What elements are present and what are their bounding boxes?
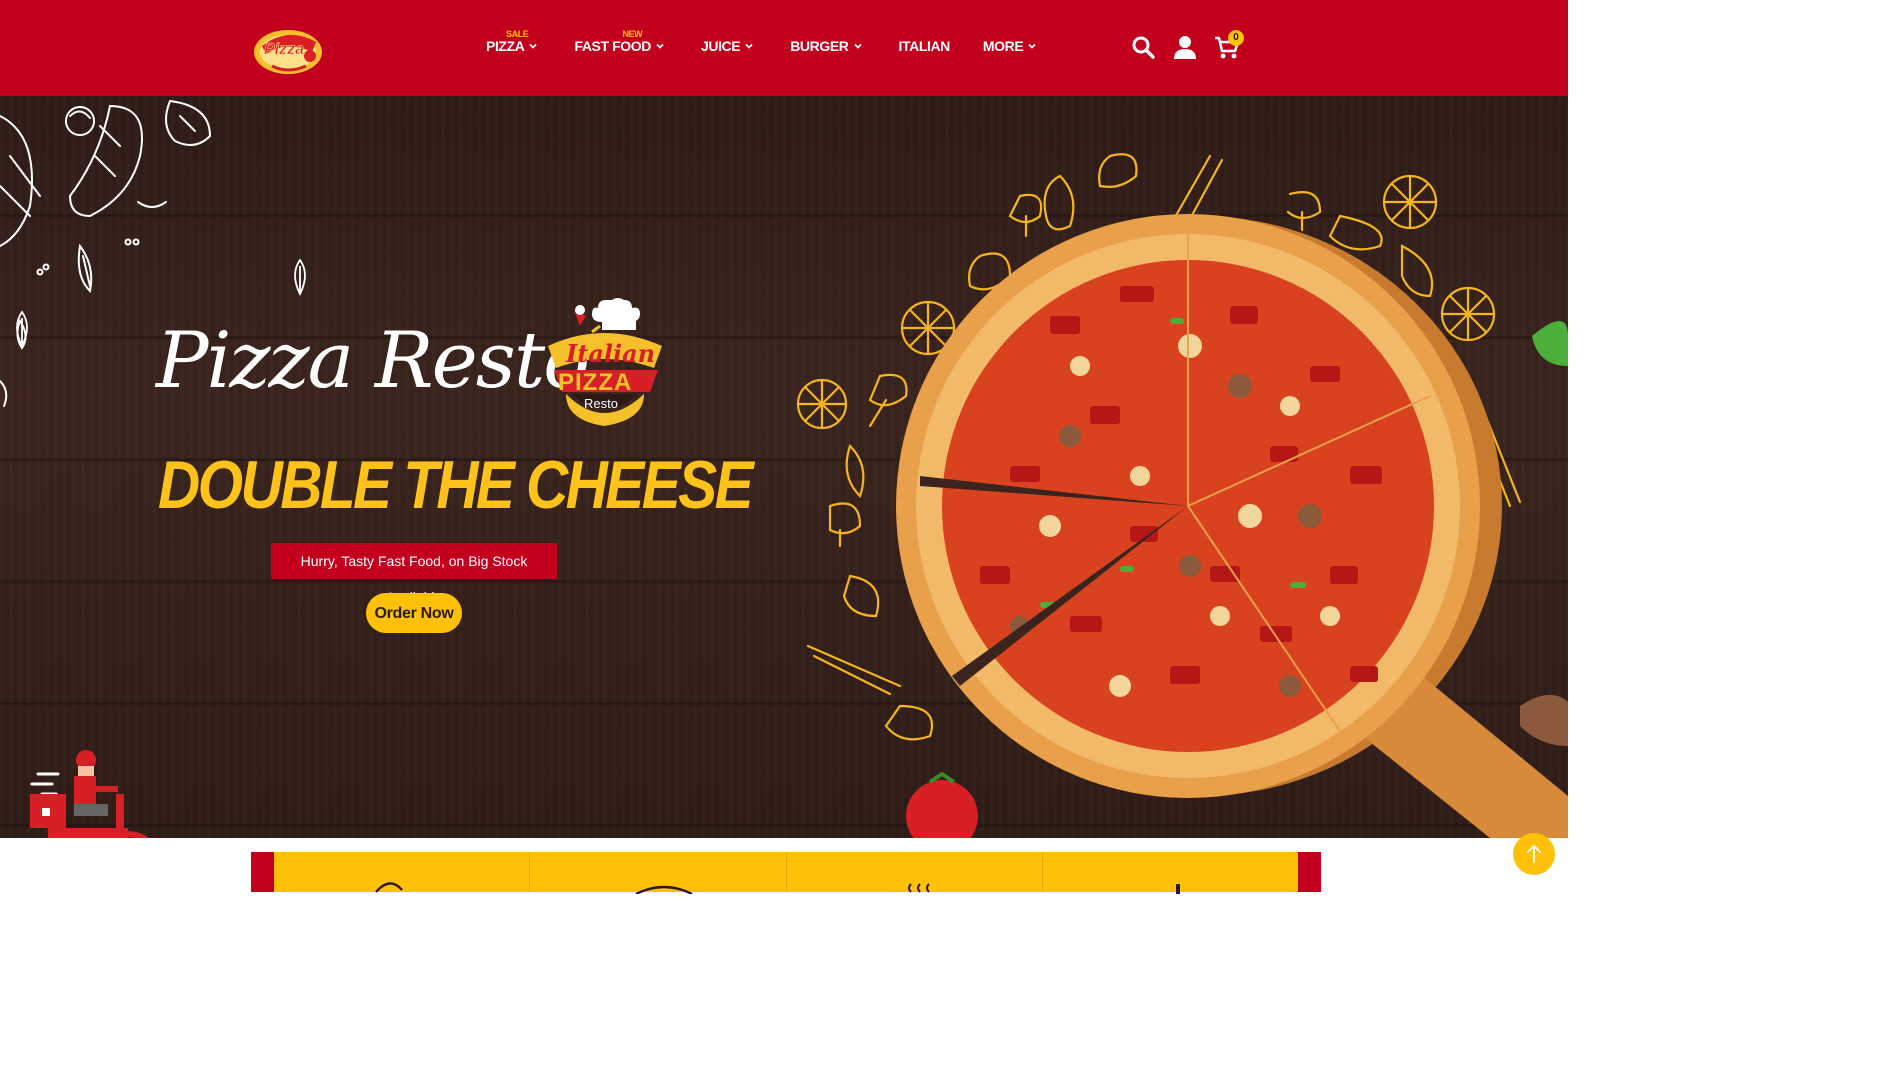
nav-label: PIZZA [486, 38, 525, 54]
delivery-scooter-illustration [28, 748, 158, 838]
hero-banner: Pizza Resto Italian PIZZA Resto DOUBLE T… [0, 96, 1568, 838]
feature-card[interactable] [274, 852, 531, 893]
hero-tagline: Hurry, Tasty Fast Food, on Big Stock Ava… [271, 543, 557, 605]
nav-item-fast-food[interactable]: NEW FAST FOOD [574, 29, 665, 54]
nav-item-more[interactable]: MORE [983, 38, 1037, 54]
features-section [0, 838, 1568, 894]
cart-button[interactable]: 0 [1214, 30, 1244, 60]
italian-pizza-badge: Italian PIZZA Resto [540, 296, 670, 438]
svg-text:Pizza: Pizza [264, 41, 304, 58]
chevron-down-icon [853, 43, 862, 49]
features-bar [251, 852, 1321, 894]
nav-label: ITALIAN [898, 38, 951, 54]
steam-icon [907, 883, 930, 893]
plate-icon [635, 885, 693, 894]
header-actions: 0 [1130, 30, 1256, 60]
svg-text:Resto: Resto [584, 396, 618, 411]
nav-label: FAST FOOD [574, 38, 651, 54]
feature-card[interactable] [530, 852, 787, 894]
user-icon [1174, 36, 1196, 59]
chevron-down-icon [656, 43, 664, 49]
nav-item-burger[interactable]: BURGER [790, 38, 862, 54]
search-button[interactable] [1130, 34, 1156, 60]
scroll-to-top-button[interactable] [1513, 833, 1555, 875]
cart-count-badge: 0 [1228, 30, 1244, 46]
nav-item-italian[interactable]: ITALIAN [898, 38, 951, 54]
svg-text:PIZZA: PIZZA [558, 369, 632, 396]
nav-item-juice[interactable]: JUICE [701, 38, 754, 54]
chevron-down-icon [529, 43, 538, 49]
pizza-slice-icon [375, 882, 403, 893]
hero-pizza-image [790, 146, 1568, 838]
sale-badge: SALE [506, 29, 529, 39]
chevron-down-icon [1028, 43, 1036, 49]
site-logo[interactable]: Pizza [250, 22, 326, 76]
bottle-icon [1175, 884, 1180, 894]
feature-card[interactable] [787, 852, 1043, 893]
nav-label: JUICE [700, 38, 741, 54]
nav-label: BURGER [790, 38, 849, 54]
order-now-button[interactable]: Order Now [366, 593, 462, 633]
arrow-up-icon [1527, 844, 1541, 863]
leaf-doodle-icon [16, 310, 28, 349]
chevron-down-icon [745, 43, 753, 49]
hero-script-title: Pizza Resto [156, 316, 590, 406]
search-icon [1132, 36, 1155, 59]
nav-label: MORE [982, 38, 1024, 54]
leaf-doodle-icon [294, 258, 306, 297]
svg-text:Italian: Italian [565, 339, 655, 368]
account-button[interactable] [1172, 34, 1198, 60]
site-header: Pizza SALE PIZZA NEW FAST FOOD JUICE BUR… [0, 0, 1568, 96]
hero-headline: DOUBLE THE CHEESE [158, 447, 754, 523]
feature-card[interactable] [1043, 852, 1298, 894]
nav-item-pizza[interactable]: SALE PIZZA [486, 29, 538, 54]
main-nav: SALE PIZZA NEW FAST FOOD JUICE BURGER IT… [486, 29, 1037, 54]
new-badge: NEW [622, 29, 643, 39]
